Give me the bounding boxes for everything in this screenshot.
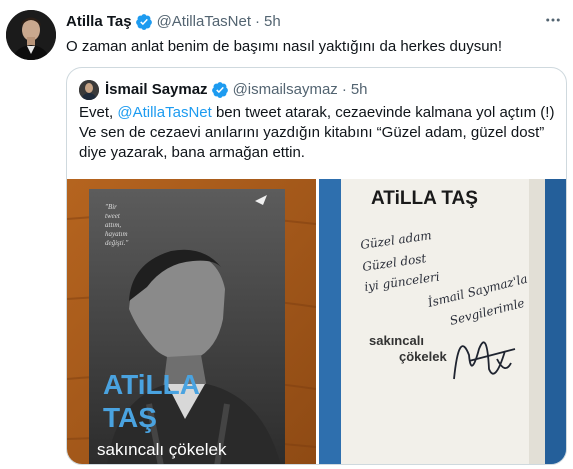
cover-quote-line-3: attım, (105, 221, 121, 229)
cover-author-last: TAŞ (103, 402, 157, 433)
cover-author-first: ATiLLA (103, 369, 200, 400)
more-options-button[interactable] (541, 10, 565, 34)
verified-badge-icon (135, 13, 153, 31)
cover-quote-line-4: hayatım (105, 230, 128, 238)
book-cover-photo[interactable]: "Bir tweet attım, hayatım değişti." ATiL… (67, 179, 316, 464)
quoted-text-prefix: Evet, (79, 104, 118, 121)
quoted-author-name[interactable]: İsmail Saymaz (105, 80, 208, 100)
signed-page-photo[interactable]: ATiLLA TAŞ Güzel adam Güzel dost iyi gün… (319, 179, 566, 464)
tweet-header: Atilla Taş @AtillaTasNet · 5h (66, 12, 281, 32)
separator-dot: · (255, 13, 261, 30)
avatar[interactable] (6, 10, 56, 60)
quoted-text-line-3: diye yazarak, bana armağan ettin. (79, 144, 305, 161)
quoted-author-handle[interactable]: @ismailsaymaz (233, 80, 338, 100)
cover-quote-line-5: değişti." (105, 239, 128, 247)
tweet-text: O zaman anlat benim de başımı nasıl yakt… (66, 38, 503, 55)
quoted-tweet-time[interactable]: 5h (351, 80, 368, 100)
author-name[interactable]: Atilla Taş (66, 12, 132, 32)
author-handle[interactable]: @AtillaTasNet (157, 12, 251, 32)
separator-dot: · (341, 81, 347, 98)
verified-badge-icon (211, 81, 229, 99)
quoted-text-suffix: ben tweet atarak, cezaevinde kalmana yol… (211, 104, 555, 121)
mention-link[interactable]: @AtillaTasNet (117, 104, 211, 121)
quoted-text-line-2: Ve sen de cezaevi anılarını yazdığın kit… (79, 124, 545, 141)
quoted-tweet-header: İsmail Saymaz @ismailsaymaz · 5h (79, 80, 368, 100)
page-title-line-2: çökelek (399, 349, 447, 364)
tweet-time[interactable]: 5h (264, 12, 281, 32)
cover-quote-line-1: "Bir (105, 203, 117, 211)
quoted-tweet[interactable]: İsmail Saymaz @ismailsaymaz · 5h Evet, @… (66, 67, 567, 465)
page-author: ATiLLA TAŞ (371, 188, 478, 209)
quoted-avatar[interactable] (79, 80, 99, 100)
cover-title: sakıncalı çökelek (97, 440, 227, 459)
more-horizontal-icon (544, 11, 562, 34)
cover-quote-line-2: tweet (105, 212, 121, 220)
quoted-tweet-text: Evet, @AtillaTasNet ben tweet atarak, ce… (79, 103, 559, 163)
tweet[interactable]: Atilla Taş @AtillaTasNet · 5h O zaman an… (0, 0, 573, 469)
page-title-line-1: sakıncalı (369, 333, 424, 348)
quoted-text-line-1: Evet, @AtillaTasNet ben tweet atarak, ce… (79, 103, 559, 123)
quoted-media: "Bir tweet attım, hayatım değişti." ATiL… (67, 179, 566, 464)
